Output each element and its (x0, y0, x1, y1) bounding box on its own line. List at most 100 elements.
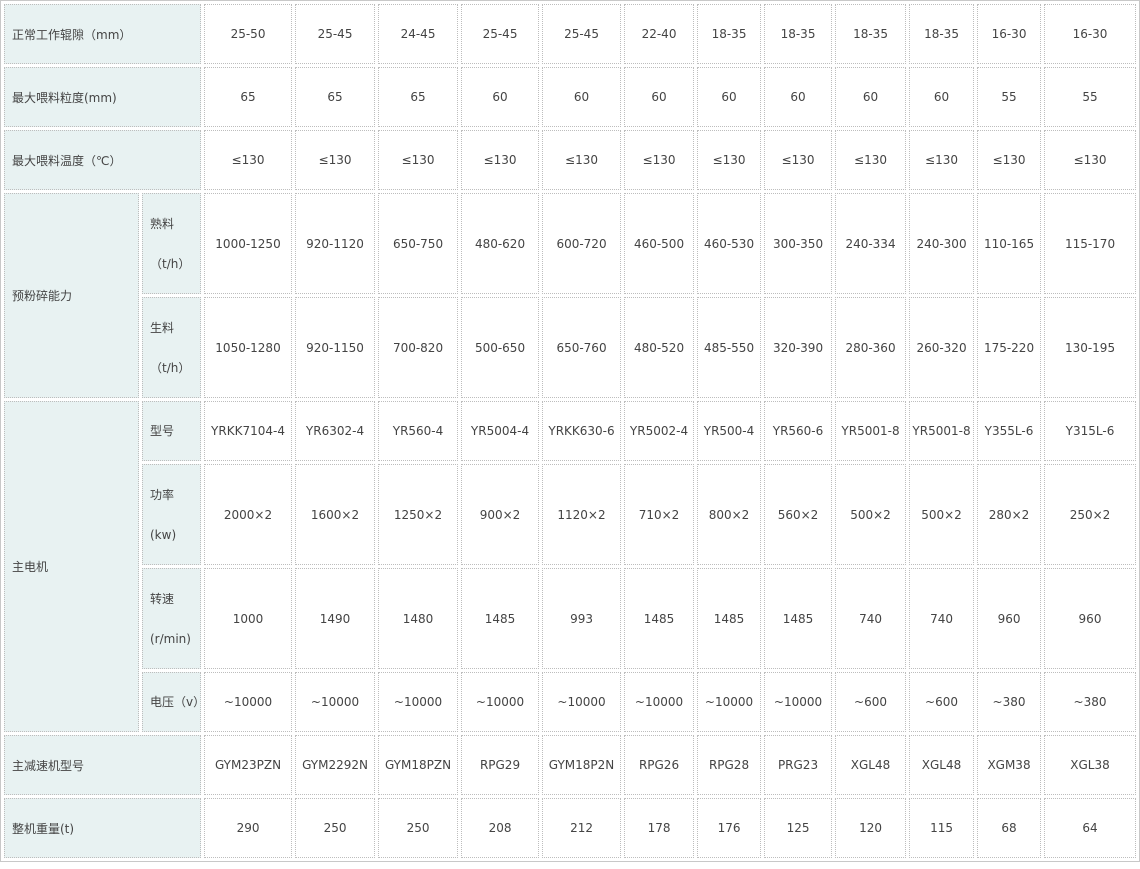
value-cell: 60 (764, 67, 833, 127)
value-cell: ~600 (835, 672, 907, 732)
row-motor-power: 功率 (kw) 2000×2 1600×2 1250×2 900×2 1120×2 710×2… (4, 464, 1136, 565)
value-cell: 16-30 (1044, 4, 1136, 64)
value-cell: 1480 (378, 568, 459, 669)
value-cell: 18-35 (764, 4, 833, 64)
value-cell: ~10000 (697, 672, 762, 732)
value-cell: GYM2292N (295, 735, 376, 795)
row-label: 最大喂料温度（℃） (4, 130, 202, 190)
value-cell: 500×2 (909, 464, 975, 565)
value-cell: 460-530 (697, 193, 762, 294)
value-cell: ~380 (1044, 672, 1136, 732)
sub-label-unit: （t/h） (150, 360, 191, 375)
value-cell: 250 (378, 798, 459, 858)
value-cell: 1485 (697, 568, 762, 669)
value-cell: YR5002-4 (624, 401, 695, 461)
value-cell: ≤130 (204, 130, 293, 190)
value-cell: 240-300 (909, 193, 975, 294)
value-cell: ~10000 (764, 672, 833, 732)
value-cell: 65 (204, 67, 293, 127)
value-cell: 176 (697, 798, 762, 858)
value-cell: 25-45 (542, 4, 622, 64)
value-cell: 60 (461, 67, 540, 127)
value-cell: 460-500 (624, 193, 695, 294)
spec-table-body: 正常工作辊隙（mm） 25-50 25-45 24-45 25-45 25-45 22-40… (4, 4, 1136, 858)
value-cell: 60 (624, 67, 695, 127)
value-cell: 260-320 (909, 297, 975, 398)
value-cell: 993 (542, 568, 622, 669)
value-cell: ~10000 (624, 672, 695, 732)
sub-label-unit: (kw) (150, 527, 177, 542)
value-cell: 500×2 (835, 464, 907, 565)
value-cell: Y355L-6 (977, 401, 1042, 461)
value-cell: 110-165 (977, 193, 1042, 294)
value-cell: 300-350 (764, 193, 833, 294)
value-cell: ≤130 (835, 130, 907, 190)
value-cell: 700-820 (378, 297, 459, 398)
row-reducer-model: 主减速机型号 GYM23PZN GYM2292N GYM18PZN RPG29 GYM18… (4, 735, 1136, 795)
value-cell: 250×2 (1044, 464, 1136, 565)
value-cell: 208 (461, 798, 540, 858)
value-cell: ≤130 (697, 130, 762, 190)
spec-table: 正常工作辊隙（mm） 25-50 25-45 24-45 25-45 25-45 22-40… (0, 0, 1140, 862)
value-cell: ≤130 (295, 130, 376, 190)
value-cell: 25-50 (204, 4, 293, 64)
row-max-feed-temp: 最大喂料温度（℃） ≤130 ≤130 ≤130 ≤130 ≤130 ≤130 ≤130 ≤13… (4, 130, 1136, 190)
value-cell: 55 (977, 67, 1042, 127)
row-label: 整机重量(t) (4, 798, 202, 858)
group-label-motor: 主电机 (4, 401, 139, 732)
row-label: 最大喂料粒度(mm) (4, 67, 202, 127)
value-cell: GYM18P2N (542, 735, 622, 795)
value-cell: YR5001-8 (835, 401, 907, 461)
value-cell: ≤130 (378, 130, 459, 190)
value-cell: 600-720 (542, 193, 622, 294)
value-cell: 55 (1044, 67, 1136, 127)
value-cell: ≤130 (909, 130, 975, 190)
value-cell: 25-45 (461, 4, 540, 64)
sub-label-model: 型号 (142, 401, 202, 461)
value-cell: ~10000 (542, 672, 622, 732)
value-cell: ≤130 (1044, 130, 1136, 190)
value-cell: XGM38 (977, 735, 1042, 795)
value-cell: 22-40 (624, 4, 695, 64)
value-cell: ~10000 (295, 672, 376, 732)
row-motor-speed: 转速 (r/min) 1000 1490 1480 1485 993 1485 1485 1485… (4, 568, 1136, 669)
sub-label-name: 转速 (150, 591, 175, 606)
value-cell: 650-750 (378, 193, 459, 294)
row-max-feed-size: 最大喂料粒度(mm) 65 65 65 60 60 60 60 60 60 60 55 55 (4, 67, 1136, 127)
value-cell: 212 (542, 798, 622, 858)
value-cell: 60 (697, 67, 762, 127)
value-cell: XGL48 (909, 735, 975, 795)
value-cell: ≤130 (461, 130, 540, 190)
row-motor-voltage: 电压（v） ~10000 ~10000 ~10000 ~10000 ~10000 ~1000… (4, 672, 1136, 732)
sub-label-unit: （t/h） (150, 256, 191, 271)
value-cell: GYM23PZN (204, 735, 293, 795)
value-cell: 1050-1280 (204, 297, 293, 398)
value-cell: 18-35 (697, 4, 762, 64)
value-cell: ~10000 (204, 672, 293, 732)
value-cell: ~380 (977, 672, 1042, 732)
value-cell: RPG29 (461, 735, 540, 795)
value-cell: 710×2 (624, 464, 695, 565)
value-cell: 175-220 (977, 297, 1042, 398)
value-cell: 64 (1044, 798, 1136, 858)
row-label: 主减速机型号 (4, 735, 202, 795)
sub-label-name: 功率 (150, 487, 175, 502)
value-cell: 900×2 (461, 464, 540, 565)
sub-label-power: 功率 (kw) (142, 464, 202, 565)
value-cell: YR500-4 (697, 401, 762, 461)
value-cell: 24-45 (378, 4, 459, 64)
value-cell: YR5001-8 (909, 401, 975, 461)
value-cell: 18-35 (835, 4, 907, 64)
value-cell: 68 (977, 798, 1042, 858)
sub-label-name: 熟料 (150, 216, 175, 231)
row-capacity-clinker: 预粉碎能力 熟料 （t/h） 1000-1250 920-1120 650-750 480-… (4, 193, 1136, 398)
value-cell: 500-650 (461, 297, 540, 398)
value-cell: 130-195 (1044, 297, 1136, 398)
value-cell: ~10000 (461, 672, 540, 732)
sub-label-unit: (r/min) (150, 631, 191, 646)
value-cell: 1485 (764, 568, 833, 669)
row-capacity-raw: 生料 （t/h） 1050-1280 920-1150 700-820 500-650 65… (4, 297, 1136, 398)
value-cell: YR5004-4 (461, 401, 540, 461)
value-cell: 1485 (461, 568, 540, 669)
value-cell: 16-30 (977, 4, 1042, 64)
